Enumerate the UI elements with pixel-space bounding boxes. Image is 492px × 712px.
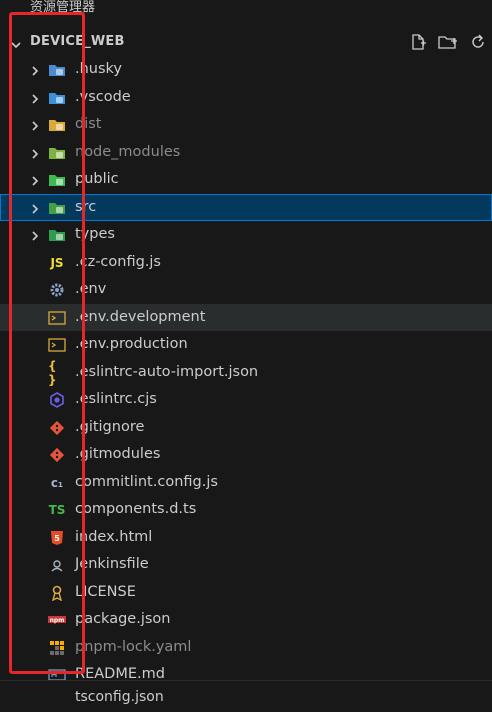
chevron-right-icon[interactable]: [28, 91, 42, 105]
new-folder-icon[interactable]: [438, 32, 458, 52]
tree-file-row[interactable]: JS .cz-config.js: [0, 249, 492, 277]
node-folder-icon: [48, 144, 66, 162]
git-icon: [48, 419, 66, 437]
public-folder-icon: [48, 171, 66, 189]
tree-file-row[interactable]: .env.production: [0, 331, 492, 359]
vscode-folder-icon: [48, 89, 66, 107]
tree-item-label: .eslintrc.cjs: [75, 391, 157, 407]
tree-item-label: package.json: [75, 611, 171, 627]
tree-file-row[interactable]: TS components.d.ts: [0, 496, 492, 524]
explorer-section-header[interactable]: DEVICE_WEB: [0, 29, 492, 55]
tree-file-row[interactable]: LICENSE: [0, 579, 492, 607]
chevron-right-icon[interactable]: [28, 228, 42, 242]
tree-item-label: dist: [75, 116, 102, 132]
chevron-right-icon[interactable]: [28, 118, 42, 132]
tree-item-label: types: [75, 226, 115, 242]
tree-folder-row[interactable]: .husky: [0, 56, 492, 84]
dist-folder-icon: [48, 116, 66, 134]
tree-item-label: .env: [75, 281, 107, 297]
pane-title: 资源管理器: [30, 0, 96, 15]
tree-file-row[interactable]: .env: [0, 276, 492, 304]
json-icon: { }: [48, 358, 57, 387]
chevron-right-icon[interactable]: [28, 146, 42, 160]
tree-folder-row[interactable]: public: [0, 166, 492, 194]
tree-file-row[interactable]: .gitmodules: [0, 441, 492, 469]
tree-item-label: LICENSE: [75, 583, 136, 600]
refresh-icon[interactable]: [468, 32, 488, 52]
html-icon: 5: [48, 529, 66, 547]
tree-file-row[interactable]: .eslintrc.cjs: [0, 386, 492, 414]
tree-file-row[interactable]: npm package.json: [0, 606, 492, 634]
tree-item-label: Jenkinsfile: [75, 556, 149, 572]
tree-folder-row[interactable]: .vscode: [0, 84, 492, 112]
pnpm-icon: [48, 639, 66, 657]
tree-file-row[interactable]: .env.development: [0, 303, 492, 331]
svg-text:npm: npm: [50, 617, 65, 624]
tree-file-row[interactable]: .gitignore: [0, 414, 492, 442]
tree-item-label: public: [75, 171, 119, 187]
gear-icon: [48, 281, 66, 299]
tree-item-label: .vscode: [75, 88, 131, 105]
terminal-icon: [48, 336, 66, 354]
tree-item-label: node_modules: [75, 143, 181, 160]
types-folder-icon: [48, 226, 66, 244]
tree-file-row[interactable]: pnpm-lock.yaml: [0, 634, 492, 662]
eslint-icon: [48, 391, 66, 409]
license-icon: [48, 584, 66, 602]
husky-folder-icon: [48, 61, 66, 79]
tree-item-label: .gitmodules: [75, 446, 161, 462]
tree-item-label: src: [75, 198, 97, 215]
tree-item-label: .gitignore: [75, 418, 145, 435]
typescript-icon: TS: [48, 503, 66, 517]
terminal-icon: [48, 309, 66, 327]
svg-text:5: 5: [54, 534, 60, 543]
tree-item-label: commitlint.config.js: [75, 473, 218, 490]
tree-item-label: .env.production: [75, 336, 188, 352]
src-folder-icon: [48, 199, 66, 217]
jenkins-icon: [48, 556, 66, 574]
tree-item-label: .eslintrc-auto-import.json: [75, 363, 259, 380]
tree-folder-row[interactable]: node_modules: [0, 139, 492, 167]
tree-folder-row[interactable]: src: [0, 193, 492, 221]
chevron-down-icon[interactable]: [10, 36, 22, 55]
tree-item-label: index.html: [75, 528, 153, 545]
tree-file-row[interactable]: Jenkinsfile: [0, 551, 492, 579]
bottom-section-partial: tsconfig.json: [0, 680, 492, 712]
tree-file-row[interactable]: 5 index.html: [0, 524, 492, 552]
git-icon: [48, 446, 66, 464]
javascript-icon: JS: [50, 255, 64, 270]
npm-icon: npm: [48, 611, 66, 629]
tree-file-row[interactable]: c₁ commitlint.config.js: [0, 469, 492, 497]
commitlint-icon: c₁: [50, 475, 64, 490]
tree-item-label: .env.development: [75, 308, 206, 325]
tree-file-row[interactable]: { } .eslintrc-auto-import.json: [0, 359, 492, 387]
workspace-title: DEVICE_WEB: [30, 34, 125, 49]
tree-item-label: .cz-config.js: [75, 253, 161, 270]
chevron-right-icon[interactable]: [28, 63, 42, 77]
tree-item-label: components.d.ts: [75, 501, 197, 517]
tree-item-label: pnpm-lock.yaml: [75, 638, 192, 655]
chevron-right-icon[interactable]: [28, 201, 42, 215]
file-tree: .husky .vscode dist node_modulespublic src ty…: [0, 56, 492, 689]
new-file-icon[interactable]: [408, 32, 428, 52]
tree-folder-row[interactable]: types: [0, 221, 492, 249]
tree-folder-row[interactable]: dist: [0, 111, 492, 139]
tree-item-label: .husky: [75, 61, 123, 77]
chevron-right-icon[interactable]: [28, 173, 42, 187]
partial-row-label: tsconfig.json: [75, 689, 164, 705]
